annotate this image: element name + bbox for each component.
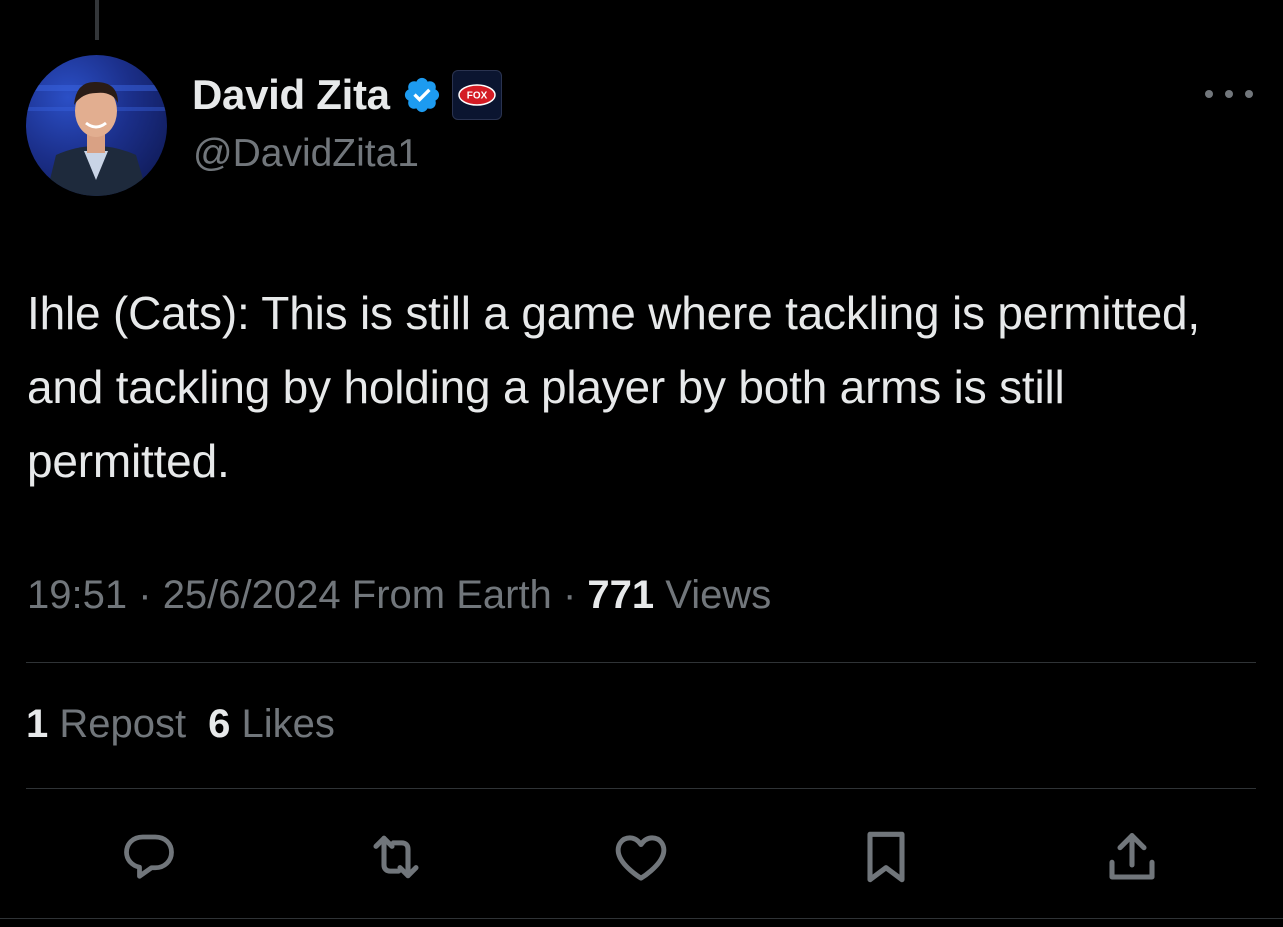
affiliation-badge[interactable]: FOX: [451, 70, 502, 120]
views-count[interactable]: 771: [587, 573, 654, 617]
likes-stat[interactable]: 6 Likes: [208, 702, 335, 746]
share-button[interactable]: [1100, 825, 1164, 889]
meta-separator: ·: [138, 573, 152, 617]
reposts-label: Repost: [59, 702, 187, 746]
reposts-count: 1: [26, 702, 49, 746]
thread-connector-line: [95, 0, 99, 40]
author-display-name[interactable]: David Zita: [192, 71, 390, 119]
tweet-source: From Earth: [351, 573, 552, 617]
author-handle[interactable]: @DavidZita1: [193, 132, 419, 176]
like-icon: [615, 835, 667, 881]
tweet-date[interactable]: 25/6/2024: [163, 573, 341, 617]
bookmark-icon: [867, 831, 905, 883]
views-label: Views: [665, 573, 772, 617]
meta-separator: ·: [562, 573, 577, 617]
divider: [0, 918, 1283, 919]
bookmark-button[interactable]: [854, 825, 918, 889]
reply-button[interactable]: [117, 825, 181, 889]
reply-icon: [124, 834, 174, 879]
repost-icon: [373, 835, 419, 879]
repost-button[interactable]: [364, 825, 428, 889]
more-options-icon[interactable]: [1205, 82, 1253, 106]
divider: [26, 662, 1256, 663]
avatar[interactable]: [26, 55, 167, 196]
more-dot: [1225, 90, 1233, 98]
author-name-row: David Zita FOX: [192, 68, 502, 122]
engagement-stats: 1 Repost 6 Likes: [26, 702, 335, 747]
verified-badge-icon[interactable]: [402, 75, 442, 115]
reposts-stat[interactable]: 1 Repost: [26, 702, 186, 746]
share-icon: [1109, 833, 1155, 880]
more-dot: [1245, 90, 1253, 98]
tweet-meta: 19:51 · 25/6/2024 From Earth · 771 Views: [27, 573, 771, 618]
tweet-text: Ihle (Cats): This is still a game where …: [27, 287, 1200, 487]
likes-label: Likes: [241, 702, 335, 746]
divider: [26, 788, 1256, 789]
like-button[interactable]: [609, 825, 673, 889]
affiliation-badge-label: FOX: [466, 91, 487, 102]
more-dot: [1205, 90, 1213, 98]
tweet-time[interactable]: 19:51: [27, 573, 127, 617]
likes-count: 6: [208, 702, 231, 746]
